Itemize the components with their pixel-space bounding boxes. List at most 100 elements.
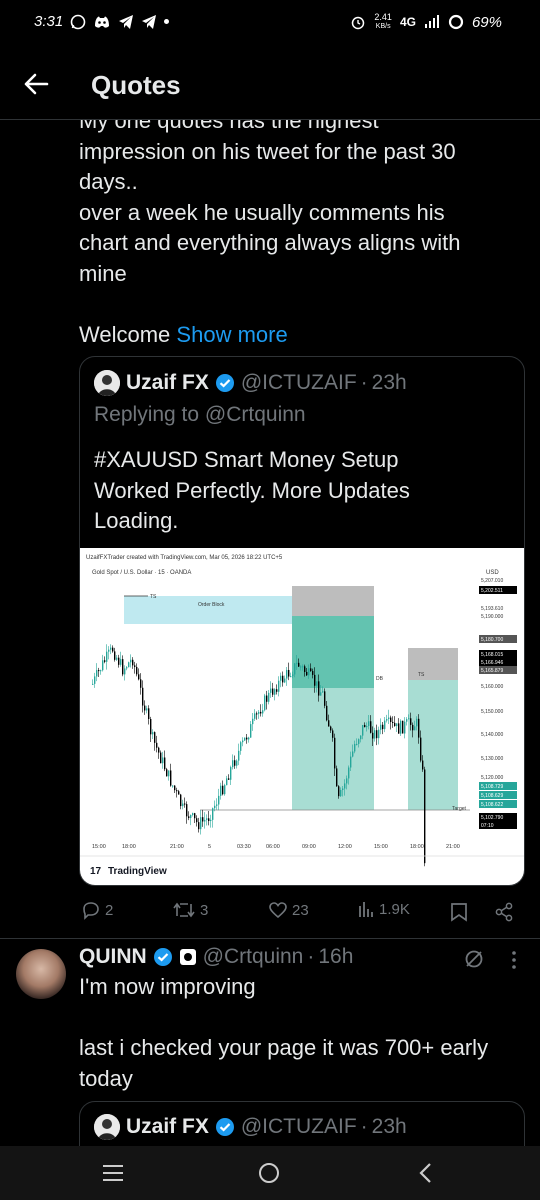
entry-zone (292, 616, 374, 688)
y-tick-label: 5,108.622 (481, 802, 503, 808)
back-arrow-icon[interactable] (22, 70, 50, 98)
candle-body (408, 718, 410, 720)
views-button[interactable]: 1.9K (357, 900, 410, 918)
quoted-author-name[interactable]: Uzaif FX (126, 371, 209, 395)
grok-icon[interactable] (463, 948, 485, 970)
back-nav-icon[interactable] (418, 1162, 432, 1184)
post-text-line: impression on his tweet for the past 30 (79, 138, 456, 164)
candle-body (346, 778, 348, 784)
candle-body (386, 719, 388, 721)
candle-body (304, 666, 306, 672)
candle-body (306, 671, 308, 676)
candle-body (286, 669, 288, 679)
candle-body (192, 813, 194, 816)
candle-body (290, 676, 292, 678)
candle-body (296, 662, 298, 664)
candle-body (354, 743, 356, 752)
x-tick-label: 03:30 (237, 844, 251, 850)
candle-body (184, 803, 186, 805)
verified-badge-icon (215, 1118, 234, 1136)
candle-body (302, 666, 304, 668)
y-tick-label: 5,165.879 (481, 668, 503, 674)
y-tick-label: 5,202.511 (481, 588, 503, 594)
author-name[interactable]: QUINN (79, 945, 147, 969)
like-button[interactable]: 23 (268, 900, 309, 920)
candle-body (170, 770, 172, 786)
quoted-text: #XAUUSD Smart Money Setup Worked Perfect… (94, 445, 514, 537)
candle-body (398, 723, 400, 734)
repost-icon (173, 902, 195, 918)
candle-body (378, 729, 380, 739)
candle-body (282, 675, 284, 683)
candle-body (124, 668, 126, 675)
candle-body (268, 692, 270, 702)
candle-body (168, 770, 170, 777)
quoted-text-line: Worked Perfectly. More Updates (94, 477, 410, 503)
chart-image[interactable]: UzaifFXTrader created with TradingView.c… (80, 548, 524, 885)
y-tick-label: 5,120.000 (481, 775, 503, 781)
candle-body (106, 651, 108, 662)
stop-zone-2 (408, 648, 458, 680)
candle-body (112, 647, 114, 652)
candle-body (240, 742, 242, 751)
quoted-time: 23h (371, 1115, 407, 1138)
reply-button[interactable]: 2 (81, 900, 113, 920)
bookmark-icon[interactable] (450, 902, 468, 922)
system-nav-bar (0, 1146, 540, 1200)
post-text: My one quotes has the highest impression… (79, 106, 519, 350)
telegram-icon-2 (142, 14, 157, 29)
verified-badge-icon (215, 374, 234, 392)
candle-body (180, 794, 182, 807)
candle-body (420, 737, 422, 761)
x-tick-label: 18:00 (410, 844, 424, 850)
candle-body (232, 760, 234, 768)
share-icon[interactable] (494, 902, 514, 922)
tradingview-logo-icon: 17 (90, 866, 102, 877)
candle-body (132, 659, 134, 666)
show-more-link[interactable]: Show more (176, 322, 287, 347)
candle-body (92, 683, 94, 685)
candle-body (262, 710, 264, 714)
heart-icon (269, 902, 287, 919)
avatar[interactable] (16, 949, 66, 999)
candle-body (288, 669, 290, 677)
candle-body (216, 804, 218, 806)
candle-body (422, 760, 424, 770)
candle-body (156, 742, 158, 748)
notification-dot (164, 19, 170, 24)
repost-button[interactable]: 3 (172, 900, 208, 920)
tradingview-brand: TradingView (108, 866, 167, 877)
candle-body (224, 785, 226, 795)
quoted-author-name[interactable]: Uzaif FX (126, 1115, 209, 1139)
quoted-tweet-card[interactable]: Uzaif FX @ICTUZAIF · 23h Replying to @Cr… (79, 356, 525, 886)
candle-body (334, 737, 336, 769)
candle-body (222, 785, 224, 795)
candle-body (314, 674, 316, 686)
author-handle: @Crtquinn (202, 945, 304, 968)
candle-body (294, 663, 296, 675)
candle-body (202, 817, 204, 822)
candle-body (146, 708, 148, 711)
quoted-handle: @ICTUZAIF (240, 1115, 357, 1138)
telegram-icon (119, 14, 134, 29)
y-tick-label: 5,166.946 (481, 660, 503, 666)
candle-body (128, 662, 130, 668)
home-icon[interactable] (258, 1162, 280, 1184)
x-tick-label: 15:00 (92, 844, 106, 850)
more-options-icon[interactable] (511, 950, 517, 970)
candle-body (258, 711, 260, 714)
battery-level: 69% (471, 13, 502, 31)
alarm-icon (352, 16, 365, 30)
candle-body (246, 737, 248, 740)
candle-body (110, 647, 112, 650)
candle-body (324, 691, 326, 706)
candle-body (374, 730, 376, 739)
candle-body (298, 662, 300, 667)
candle-body (254, 713, 256, 719)
reply-count: 2 (105, 901, 114, 919)
candle-body (162, 757, 164, 764)
battery-icon (448, 14, 464, 30)
candle-body (114, 651, 116, 660)
recent-apps-icon[interactable] (102, 1164, 124, 1182)
candle-body (136, 666, 138, 675)
